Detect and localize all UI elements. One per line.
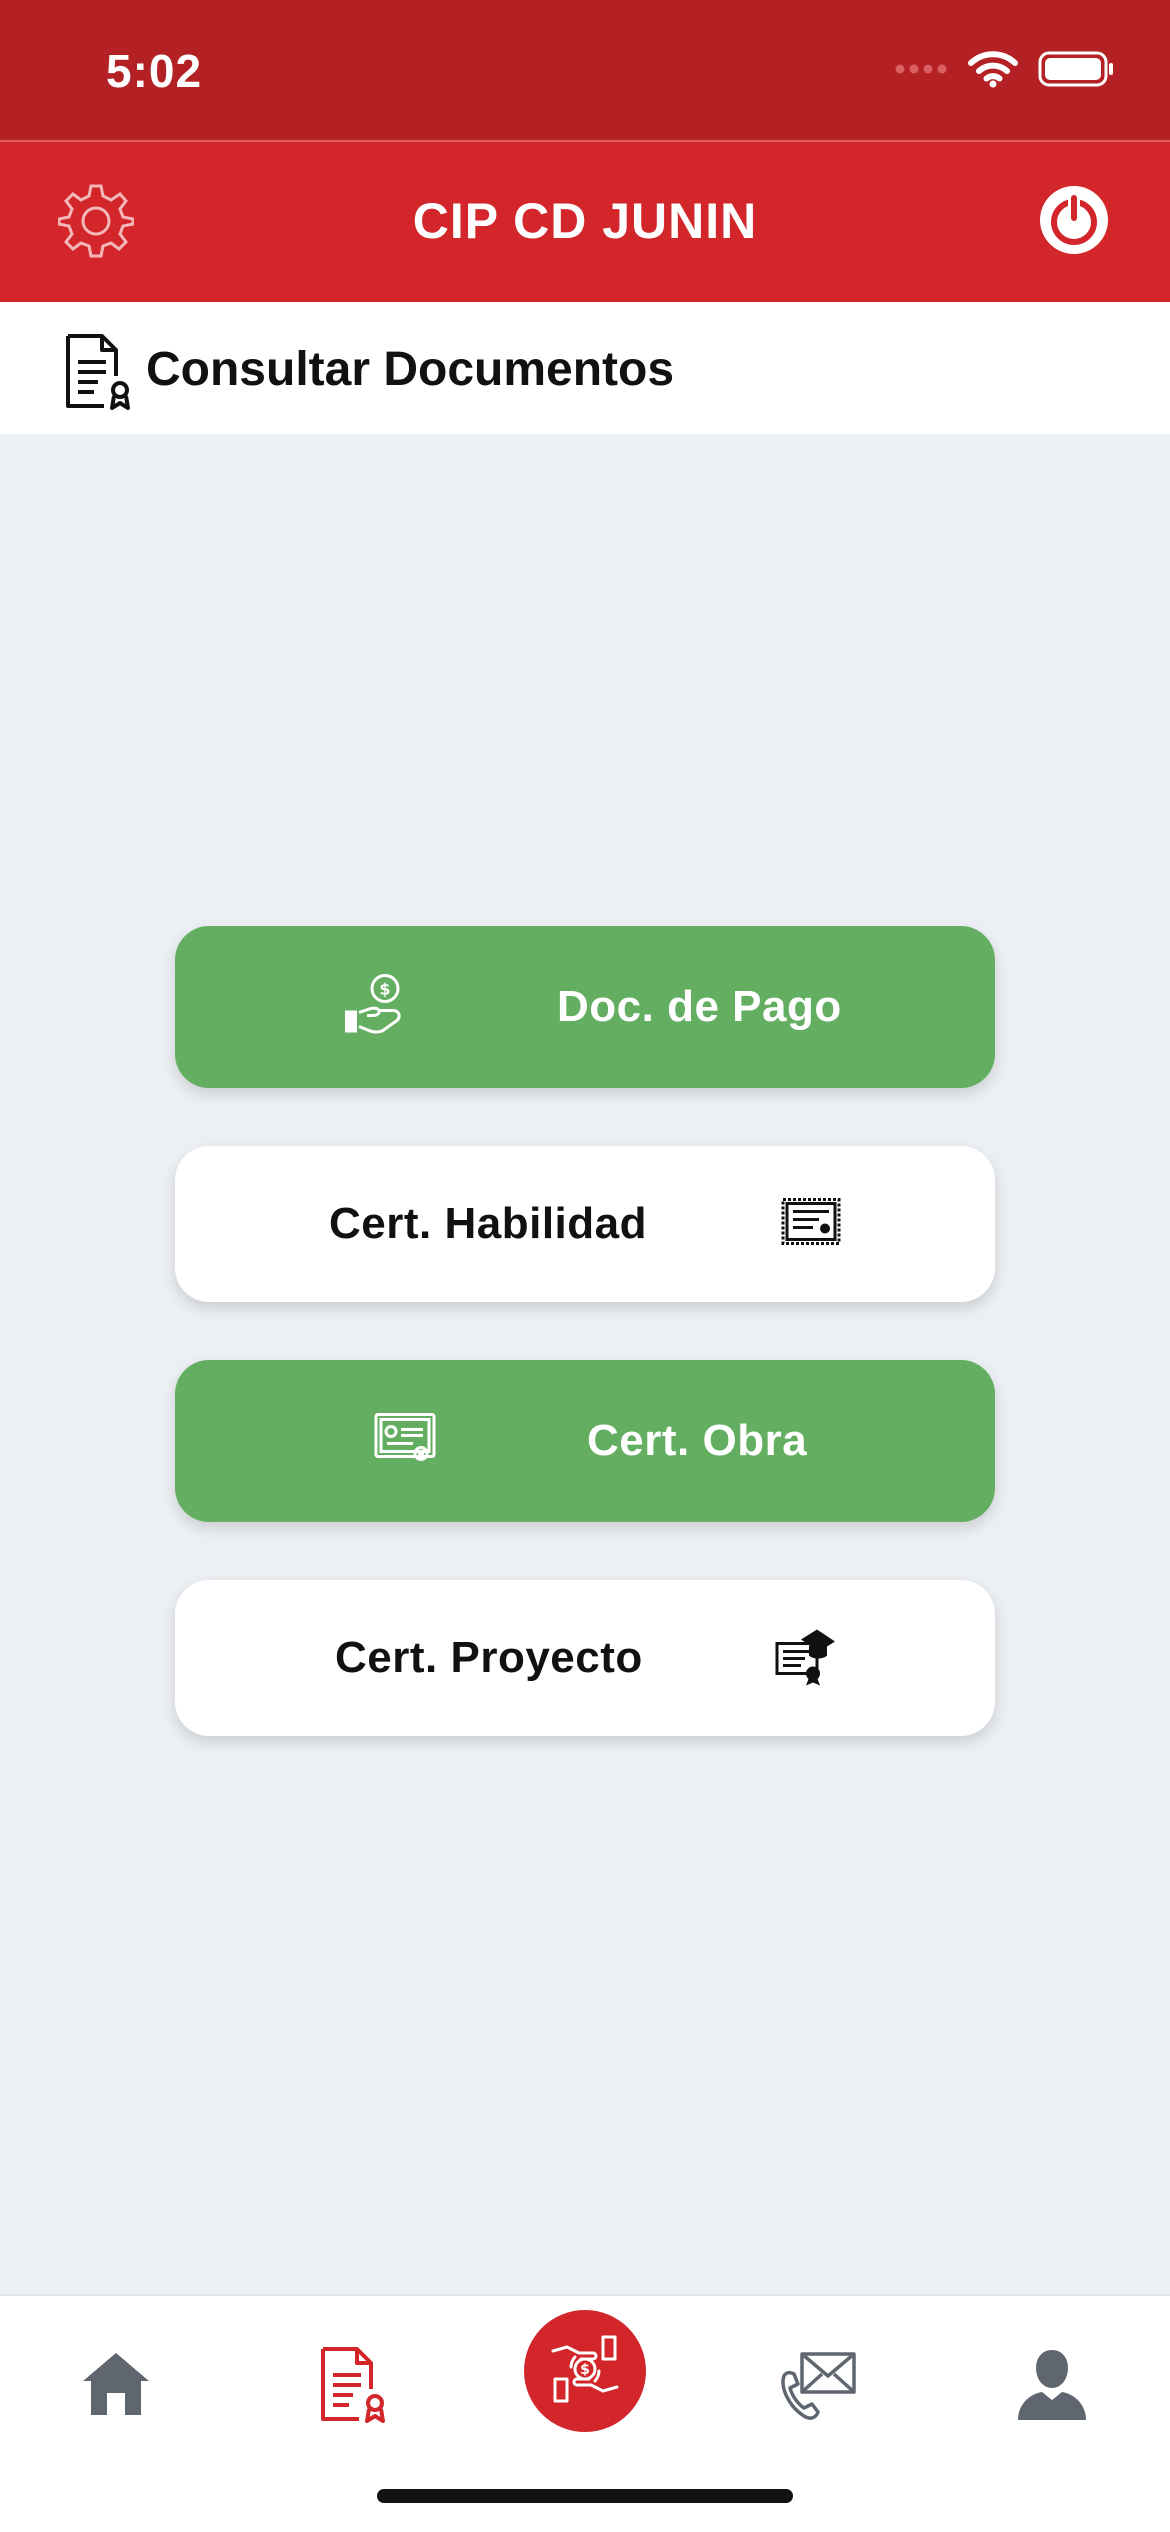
doc-pago-label: Doc. de Pago xyxy=(557,982,842,1031)
cert-habilidad-label: Cert. Habilidad xyxy=(329,1199,647,1248)
signal-icon xyxy=(894,62,948,81)
cert-proyecto-button[interactable]: Cert. Proyecto xyxy=(175,1580,995,1736)
cert-obra-button[interactable]: Cert. Obra xyxy=(175,1360,995,1522)
cert-obra-label: Cert. Obra xyxy=(587,1416,808,1465)
app-title: CIP CD JUNIN xyxy=(412,193,758,249)
logout-button[interactable] xyxy=(1036,184,1112,260)
nav-profile[interactable] xyxy=(992,2326,1112,2446)
power-icon xyxy=(1036,182,1112,263)
status-time: 5:02 xyxy=(106,45,203,97)
user-icon xyxy=(1014,2346,1090,2427)
document-certificate-icon xyxy=(64,332,134,415)
home-icon xyxy=(79,2349,153,2424)
svg-text:$: $ xyxy=(379,980,390,999)
status-indicators xyxy=(894,50,1114,93)
svg-text:$: $ xyxy=(580,2362,590,2378)
cert-habilidad-button[interactable]: Cert. Habilidad xyxy=(175,1146,995,1302)
cert-proyecto-label: Cert. Proyecto xyxy=(335,1633,643,1682)
status-bar: 5:02 xyxy=(0,0,1170,140)
doc-pago-button[interactable]: $ Doc. de Pago xyxy=(175,926,995,1088)
nav-home[interactable] xyxy=(56,2326,176,2446)
nav-contact[interactable] xyxy=(758,2326,878,2446)
battery-icon xyxy=(1038,51,1114,92)
nav-documents[interactable] xyxy=(294,2326,414,2446)
certificate-icon xyxy=(779,1196,843,1253)
app-header: CIP CD JUNIN xyxy=(0,140,1170,302)
nav-payments[interactable]: $ xyxy=(524,2310,646,2432)
payment-exchange-icon: $ xyxy=(545,2329,625,2414)
page-title: Consultar Documentos xyxy=(146,343,675,396)
diploma-icon xyxy=(373,1412,437,1471)
hand-money-icon: $ xyxy=(343,973,407,1042)
page-title-bar: Consultar Documentos xyxy=(0,302,1170,434)
graduation-document-icon xyxy=(773,1626,837,1691)
contact-mail-phone-icon xyxy=(778,2346,858,2427)
wifi-icon xyxy=(968,50,1018,93)
home-indicator xyxy=(377,2489,793,2503)
document-icon xyxy=(319,2345,389,2428)
document-menu: $ Doc. de Pago Cert. Habilidad Cert. Obr… xyxy=(175,926,995,1794)
